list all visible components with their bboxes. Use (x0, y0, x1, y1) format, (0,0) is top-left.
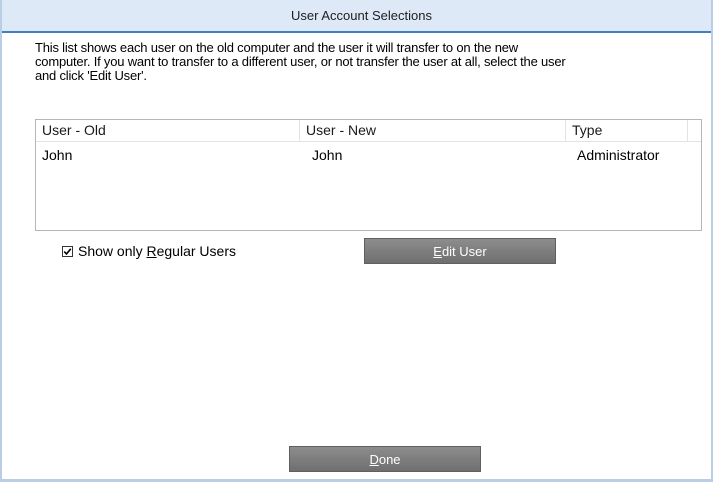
column-header-filler (688, 120, 702, 141)
column-header-type[interactable]: Type (566, 120, 688, 141)
done-accel: D (369, 451, 379, 467)
cell-user-new: John (312, 147, 343, 163)
done-button[interactable]: Done (289, 446, 481, 472)
title-bar: User Account Selections (0, 0, 713, 33)
show-regular-users-label: Show only Regular Users (78, 243, 236, 259)
instructions-line-2: computer. If you want to transfer to a d… (35, 54, 566, 69)
column-header-user-new[interactable]: User - New (300, 120, 566, 141)
edit-user-label: dit User (441, 243, 487, 259)
window-title: User Account Selections (291, 8, 432, 23)
instructions-text: This list shows each user on the old com… (35, 41, 675, 83)
checkmark-icon (63, 247, 72, 255)
window-frame-left (0, 0, 2, 482)
list-header: User - Old User - New Type (36, 120, 701, 142)
column-header-user-old[interactable]: User - Old (36, 120, 300, 141)
instructions-line-3: and click 'Edit User'. (35, 68, 147, 83)
cell-type: Administrator (577, 147, 660, 163)
instructions-line-1: This list shows each user on the old com… (35, 40, 518, 55)
show-regular-users-checkbox[interactable] (62, 245, 73, 257)
user-account-selections-window: User Account Selections This list shows … (0, 0, 713, 482)
done-label: one (378, 451, 401, 467)
edit-user-button[interactable]: Edit User (364, 238, 556, 264)
show-regular-users-option[interactable]: Show only Regular Users (62, 243, 236, 259)
user-mapping-list[interactable]: User - Old User - New Type John John Adm… (35, 119, 702, 231)
cell-user-old: John (42, 147, 73, 163)
edit-user-accel: E (433, 243, 442, 259)
list-row[interactable]: John John Administrator (36, 147, 701, 167)
